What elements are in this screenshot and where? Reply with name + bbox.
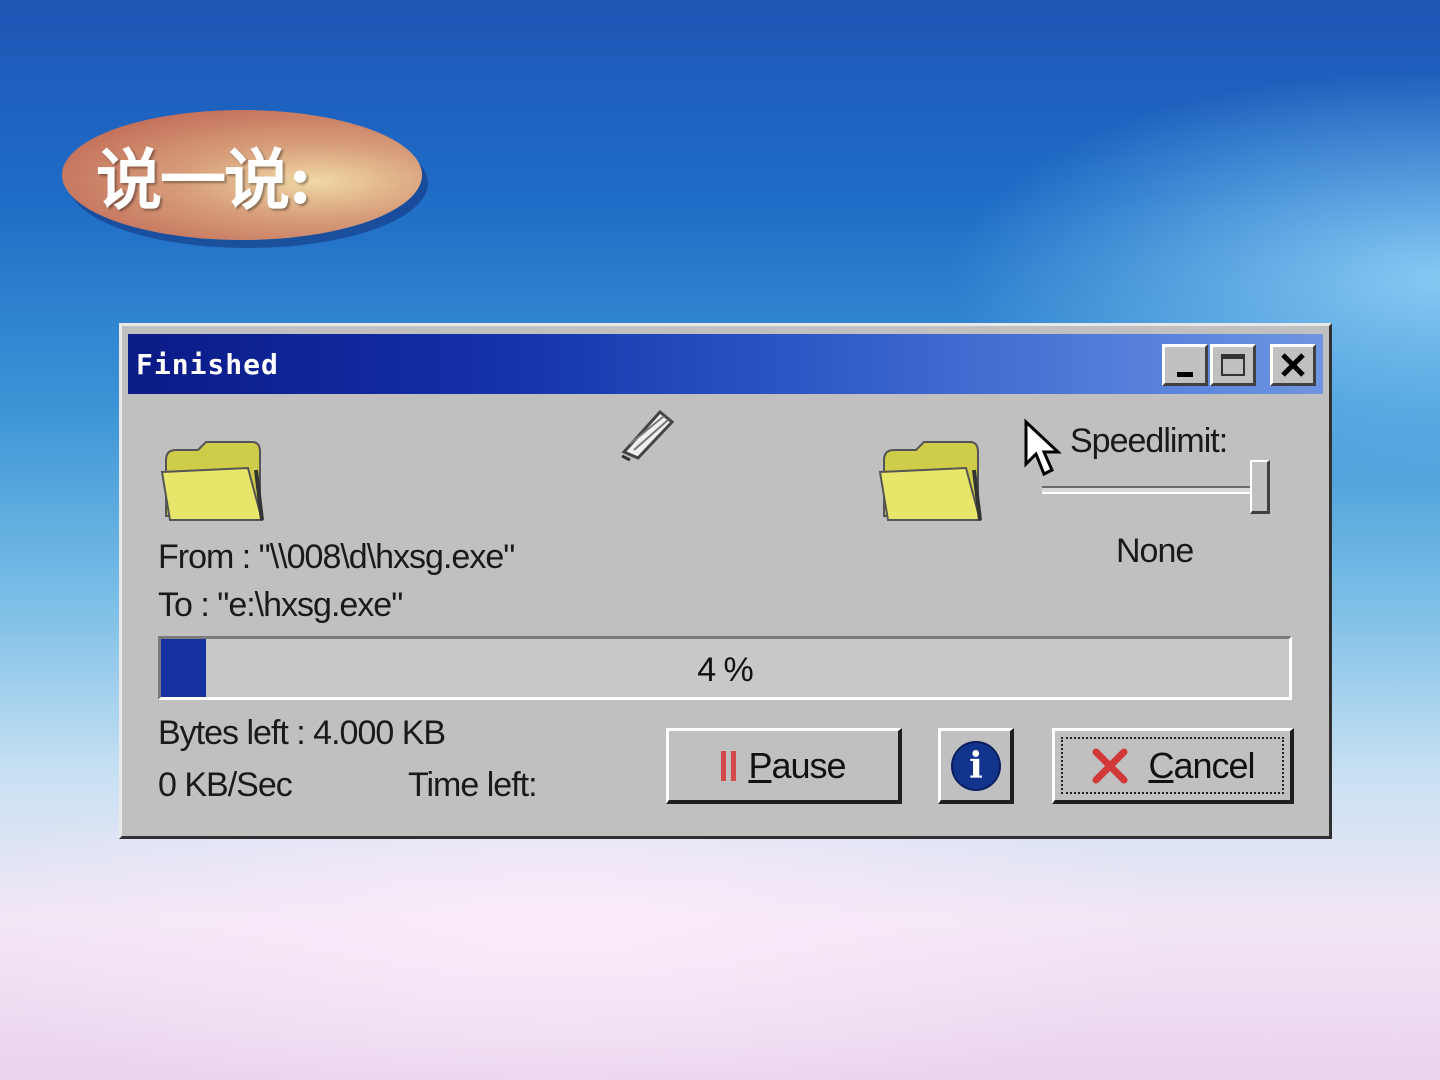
pause-label: Pause: [748, 744, 846, 786]
slide-heading-banner: 说一说:: [62, 110, 422, 240]
progress-bar: 4 %: [158, 636, 1292, 700]
source-path: From : "\\008\d\hxsg.exe": [158, 538, 515, 576]
bytes-left: Bytes left : 4.000 KB: [158, 714, 446, 752]
title-bar[interactable]: Finished: [128, 334, 1323, 394]
minimize-button[interactable]: [1162, 344, 1208, 386]
focus-rectangle: [1061, 737, 1284, 794]
speedlimit-slider-thumb[interactable]: [1250, 460, 1270, 514]
close-button[interactable]: [1270, 344, 1316, 386]
progress-percent: 4 %: [697, 651, 754, 689]
maximize-icon: [1221, 354, 1245, 376]
folder-icon: [878, 441, 982, 521]
info-icon: i: [950, 740, 1001, 791]
cancel-button[interactable]: Cancel: [1052, 728, 1294, 804]
transfer-dialog: Finished Speedlimit: None From : "\\008\…: [119, 323, 1332, 839]
folder-icon: [160, 441, 264, 521]
slide-heading: 说一说:: [96, 141, 312, 219]
window-title: Finished: [136, 348, 279, 381]
speedlimit-label: Speedlimit:: [1070, 422, 1228, 460]
speedlimit-value: None: [1116, 532, 1194, 570]
minimize-icon: [1177, 371, 1193, 377]
close-icon: [1281, 353, 1305, 377]
transfer-rate: 0 KB/Sec: [158, 766, 293, 804]
info-button[interactable]: i: [938, 728, 1014, 804]
time-left: Time left:: [408, 766, 538, 804]
speedlimit-slider-track[interactable]: [1042, 486, 1264, 494]
pause-button[interactable]: Pause: [666, 728, 902, 804]
pen-icon: [621, 409, 675, 462]
destination-path: To : "e:\hxsg.exe": [158, 586, 403, 624]
pause-icon: [721, 750, 737, 781]
cursor-icon: [1024, 418, 1062, 477]
maximize-button[interactable]: [1210, 344, 1256, 386]
